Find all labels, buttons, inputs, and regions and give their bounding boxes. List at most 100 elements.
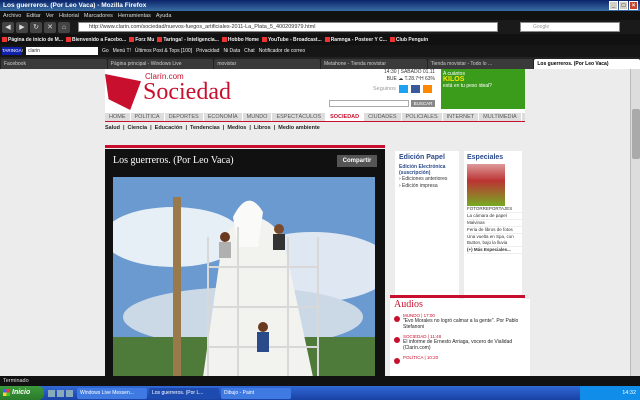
twitter-icon[interactable] xyxy=(398,85,408,93)
close-button[interactable]: × xyxy=(629,1,638,10)
toolbar-data-item[interactable]: Ni Data xyxy=(223,48,240,54)
toolbar-posts-item[interactable]: Últimos Post & Tops [100] xyxy=(135,48,192,54)
nav-item-active[interactable]: SOCIEDAD xyxy=(326,113,365,121)
ediciones-anteriores-link[interactable]: › Ediciones anteriores xyxy=(399,176,459,183)
back-icon[interactable]: ◀ xyxy=(2,21,14,33)
window-title: Los guerreros. (Por Leo Vaca) - Mozilla … xyxy=(3,2,147,9)
toolbar-chat-item[interactable]: Chat xyxy=(244,48,255,54)
tab-facebook[interactable]: Facebook xyxy=(1,59,107,69)
task-messenger[interactable]: Windows Live Messen... xyxy=(77,387,147,399)
menu-editar[interactable]: Editar xyxy=(26,13,40,19)
search-input[interactable]: Google xyxy=(520,22,620,32)
tab-movistar[interactable]: movistar xyxy=(214,59,321,69)
toolbar-mail-notifier[interactable]: Notificador de correo xyxy=(259,48,305,54)
start-button[interactable]: Inicio xyxy=(0,386,44,400)
gallery-photo[interactable] xyxy=(113,177,375,376)
bookmark-icon xyxy=(157,37,163,42)
menu-archivo[interactable]: Archivo xyxy=(3,13,21,19)
menu-marcadores[interactable]: Marcadores xyxy=(84,13,113,19)
facebook-icon[interactable] xyxy=(410,85,420,93)
audio-play-icon[interactable] xyxy=(394,316,400,322)
scrollbar-thumb[interactable] xyxy=(632,109,640,159)
toolbar-go-button[interactable]: Go xyxy=(102,48,109,54)
bookmark-item[interactable]: Bienvenido a Facebo... xyxy=(66,37,126,43)
page-scrollbar[interactable] xyxy=(630,69,640,376)
tab-los-guerreros[interactable]: Los guerreros. (Por Leo Vaca) xyxy=(534,59,640,69)
nav-item[interactable]: DEPORTES xyxy=(165,113,204,121)
menu-herramientas[interactable]: Herramientas xyxy=(118,13,151,19)
share-button[interactable]: Compartir xyxy=(337,155,377,167)
edicion-electronica-link[interactable]: Edición Electrónica (suscripción) xyxy=(399,164,459,176)
nav-item[interactable]: ESPECTÁCULOS xyxy=(272,113,327,121)
especiales-item[interactable]: Una vuelta en Spa, con Button, bajo la l… xyxy=(467,234,522,247)
subnav-item[interactable]: Tendencias xyxy=(190,125,220,131)
bookmark-item[interactable]: Forz Mu xyxy=(129,37,154,43)
bookmark-item[interactable]: Club Penguin xyxy=(389,37,428,43)
audio-item[interactable]: POLÍTICA | 10:20 xyxy=(394,355,530,364)
task-firefox[interactable]: Los guerreros. (Por L... xyxy=(149,387,219,399)
edicion-impresa-link[interactable]: › Edición impresa xyxy=(399,183,459,190)
reload-icon[interactable]: ↻ xyxy=(30,21,42,33)
tab-tienda-movistar[interactable]: Tienda movistar - Todo lo ... xyxy=(427,59,534,69)
nav-item[interactable]: MULTIMEDIA xyxy=(479,113,522,121)
toolbar-menu-item[interactable]: Menú T! xyxy=(113,48,131,54)
weather: BUE ☁ T.28.7ºH 63% xyxy=(386,76,435,82)
bookmark-item[interactable]: Ramnga - Posteer Y C... xyxy=(324,37,387,43)
subnav-item[interactable]: Libros xyxy=(254,125,271,131)
subsection-nav: Salud | Ciencia | Educación | Tendencias | M… xyxy=(105,125,320,131)
especiales-item[interactable]: Malvinas xyxy=(467,220,522,227)
maximize-button[interactable]: □ xyxy=(619,1,628,10)
url-bar[interactable]: http://www.clarin.com/sociedad/nuevos-fu… xyxy=(78,22,498,32)
nav-item[interactable]: ECONOMÍA xyxy=(204,113,243,121)
audio-play-icon[interactable] xyxy=(394,358,400,364)
site-search-button[interactable]: BUSCAR xyxy=(411,100,435,107)
site-search-input[interactable] xyxy=(329,100,409,107)
especiales-item[interactable]: FOTORREPORTAJES xyxy=(467,206,522,213)
toolbar-privacy-item[interactable]: Privacidad xyxy=(196,48,219,54)
nav-item[interactable]: POLÍTICA xyxy=(131,113,165,121)
bookmark-item[interactable]: Página de inicio de M... xyxy=(2,37,63,43)
rss-icon[interactable] xyxy=(422,85,432,93)
bookmark-item[interactable]: YouTube - Broadcast... xyxy=(261,37,322,43)
subnav-item[interactable]: Ciencia xyxy=(128,125,148,131)
home-icon[interactable]: ⌂ xyxy=(58,21,70,33)
especiales-thumbnail[interactable] xyxy=(467,164,505,206)
nav-item[interactable]: CIUDADES xyxy=(364,113,402,121)
audio-item[interactable]: SOCIEDAD | 11:48 El informe de Ernesto Ar… xyxy=(394,334,530,351)
bookmark-item[interactable]: Hobbo Home xyxy=(221,37,259,43)
quicklaunch-icon[interactable] xyxy=(57,389,64,397)
bookmark-item[interactable]: Taringa! - Inteligencia... xyxy=(157,37,219,43)
minimize-button[interactable]: _ xyxy=(609,1,618,10)
subnav-item[interactable]: Medio ambiente xyxy=(278,125,320,131)
stop-icon[interactable]: ✕ xyxy=(44,21,56,33)
section-title[interactable]: Sociedad xyxy=(143,79,231,106)
nav-item[interactable]: POLICIALES xyxy=(402,113,443,121)
especiales-item[interactable]: Feria de libros de fotos xyxy=(467,227,522,234)
subnav-item[interactable]: Educación xyxy=(155,125,183,131)
menu-ver[interactable]: Ver xyxy=(46,13,54,19)
subnav-item[interactable]: Salud xyxy=(105,125,120,131)
task-paint[interactable]: Dibujo - Paint xyxy=(221,387,291,399)
ad-banner[interactable]: A cuántos KILOS está en tu peso ideal? xyxy=(441,69,525,109)
especiales-item[interactable]: La cámara de papel xyxy=(467,213,522,220)
quicklaunch-icon[interactable] xyxy=(48,389,55,397)
quicklaunch-icon[interactable] xyxy=(66,389,73,397)
tab-metahone[interactable]: Metahone - Tienda movistar xyxy=(321,59,427,69)
toolbar-search-input[interactable]: clarin xyxy=(26,47,98,55)
audio-play-icon[interactable] xyxy=(394,337,400,343)
nav-item[interactable]: INTERNET xyxy=(443,113,480,121)
audio-text[interactable]: El informe de Ernesto Arriaga, vocero de… xyxy=(403,339,530,351)
forward-icon[interactable]: ▶ xyxy=(16,21,28,33)
nav-item[interactable]: MUNDO xyxy=(243,113,273,121)
especiales-more-link[interactable]: (+) Más Especiales... xyxy=(467,247,522,254)
tab-windows-live[interactable]: Página principal - Windows Live xyxy=(107,59,214,69)
subnav-item[interactable]: Medios xyxy=(227,125,246,131)
audio-text[interactable]: "Evo Morales no logró calmar a la gente"… xyxy=(403,318,530,330)
audios-title: Audios xyxy=(394,299,423,310)
menu-ayuda[interactable]: Ayuda xyxy=(156,13,172,19)
audio-item[interactable]: MUNDO | 17:00 "Evo Morales no logró calma… xyxy=(394,313,530,330)
status-bar: Terminado xyxy=(0,376,640,386)
menu-historial[interactable]: Historial xyxy=(59,13,79,19)
nav-item[interactable]: HOME xyxy=(105,113,131,121)
ad-highlight: KILOS xyxy=(443,76,465,83)
